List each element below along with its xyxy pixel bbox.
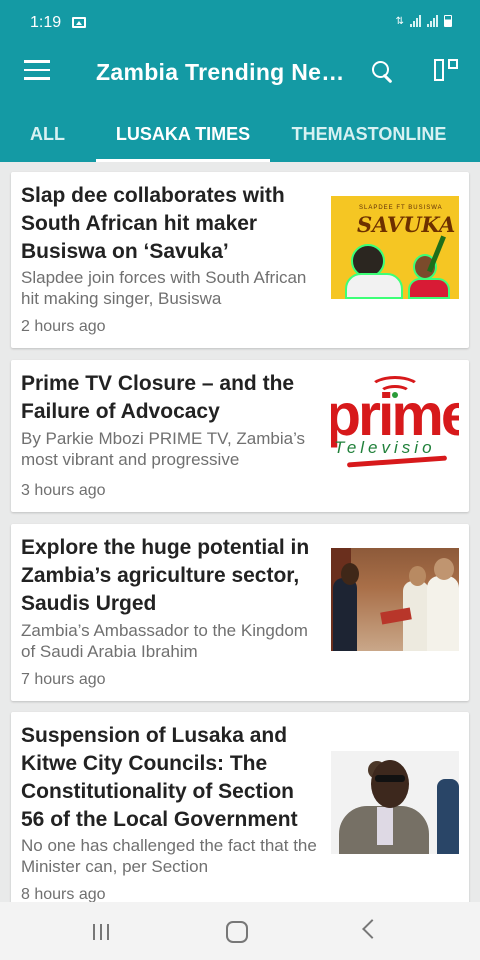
background-person-icon	[437, 779, 459, 854]
ambassador-photo-thumbnail[interactable]	[331, 548, 459, 651]
article-card[interactable]: Explore the huge potential in Zambia’s a…	[11, 524, 469, 701]
person-head-icon	[371, 760, 409, 808]
search-icon[interactable]	[371, 60, 395, 84]
app-bar: Zambia Trending News ALL LUSAKA TIMES TH…	[0, 38, 480, 162]
thumbnail-title-text: SAVUKA	[357, 212, 456, 237]
prime-tv-logo-thumbnail[interactable]: prime Televisio	[331, 372, 459, 475]
status-bar: 1:19 ⇅	[0, 0, 480, 38]
person-head-icon	[341, 563, 359, 585]
status-time: 1:19	[30, 14, 62, 31]
back-icon[interactable]	[362, 919, 382, 939]
article-summary: Zambia’s Ambassador to the Kingdom of Sa…	[21, 621, 308, 661]
article-time: 7 hours ago	[21, 671, 106, 688]
person-head-icon	[434, 558, 454, 580]
gallery-notification-icon	[72, 17, 86, 28]
source-tabs: ALL LUSAKA TIMES THEMASTONLINE	[0, 118, 480, 162]
signal-icon-2	[427, 15, 438, 27]
tab-lusaka-times[interactable]: LUSAKA TIMES	[96, 118, 270, 162]
tab-themastonline[interactable]: THEMASTONLINE	[274, 118, 464, 162]
article-time: 2 hours ago	[21, 318, 106, 335]
article-card[interactable]: Suspension of Lusaka and Kitwe City Coun…	[11, 712, 469, 902]
official-photo-thumbnail[interactable]	[331, 751, 459, 854]
person-body-icon	[427, 576, 459, 651]
prime-logo-text: prime	[331, 382, 459, 448]
article-feed[interactable]: Slap dee collaborates with South African…	[0, 162, 480, 902]
data-arrows-icon: ⇅	[395, 16, 404, 27]
shirt-icon	[377, 807, 393, 845]
music-artwork-thumbnail[interactable]: SLAPDEE FT BUSISWA SAVUKA	[331, 196, 459, 299]
layout-toggle-icon[interactable]	[434, 59, 462, 83]
article-card[interactable]: Slap dee collaborates with South African…	[11, 172, 469, 348]
article-title[interactable]: Slap dee collaborates with South African…	[21, 182, 321, 266]
article-title[interactable]: Explore the huge potential in Zambia’s a…	[21, 534, 321, 618]
app-title: Zambia Trending News	[96, 59, 346, 85]
home-icon[interactable]	[226, 921, 248, 943]
person-body-icon	[333, 578, 357, 651]
article-summary: No one has challenged the fact that the …	[21, 836, 317, 876]
battery-icon	[444, 15, 452, 27]
signal-icon	[410, 15, 421, 27]
article-time: 8 hours ago	[21, 886, 106, 902]
singer-body-icon	[408, 278, 450, 299]
thumbnail-brand-text: SLAPDEE FT BUSISWA	[359, 205, 443, 211]
article-summary: Slapdee join forces with South African h…	[21, 268, 307, 308]
television-logo-text: Televisio	[334, 438, 436, 457]
article-card[interactable]: Prime TV Closure – and the Failure of Ad…	[11, 360, 469, 512]
recent-apps-icon[interactable]	[93, 924, 113, 940]
status-icons: ⇅	[396, 15, 452, 27]
article-title[interactable]: Suspension of Lusaka and Kitwe City Coun…	[21, 722, 321, 834]
article-time: 3 hours ago	[21, 482, 106, 499]
menu-icon[interactable]	[24, 60, 50, 80]
artist-body-icon	[345, 273, 403, 299]
system-navigation-bar	[0, 902, 480, 960]
person-head-icon	[409, 566, 426, 586]
article-title[interactable]: Prime TV Closure – and the Failure of Ad…	[21, 370, 321, 426]
glasses-icon	[375, 775, 405, 782]
tab-all[interactable]: ALL	[20, 118, 75, 162]
article-summary: By Parkie Mbozi PRIME TV, Zambia’s most …	[21, 429, 306, 469]
